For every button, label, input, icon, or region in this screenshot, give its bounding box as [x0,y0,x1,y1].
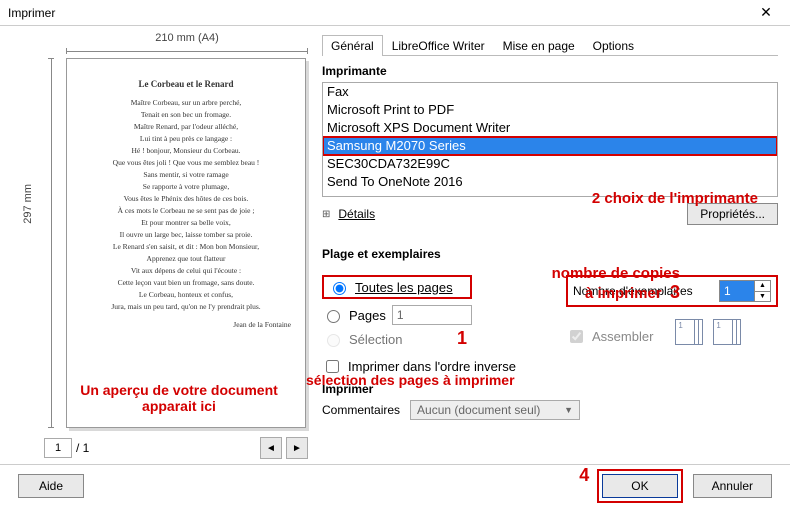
close-icon[interactable]: ✕ [746,0,786,24]
poem-line: Sans mentir, si votre ramage [81,169,291,181]
pager: / 1 ◄ ► [44,436,308,460]
next-page-button[interactable]: ► [286,437,308,459]
annotation-copies: nombre de copies à imprimer 3 [552,266,680,302]
copies-input[interactable] [720,281,754,301]
pages-field[interactable] [392,305,472,325]
radio-selection-label: Sélection [349,332,402,347]
cancel-button[interactable]: Annuler [693,474,772,498]
collate-checkbox [570,330,583,343]
poem-line: Hé ! bonjour, Monsieur du Corbeau. [81,145,291,157]
poem-line: Cette leçon vaut bien un fromage, sans d… [81,277,291,289]
printer-item[interactable]: SEC30CDA732E99C [323,155,777,173]
section-range: Plage et exemplaires [322,247,778,261]
poem-line: Tenait en son bec un fromage. [81,109,291,121]
comments-label: Commentaires [322,403,400,417]
ruler-left [48,58,54,428]
radio-all-pages-input[interactable] [333,282,346,295]
chevron-down-icon: ▼ [564,405,573,415]
radio-pages-label: Pages [349,308,386,323]
poem-line: Apprenez que tout flatteur [81,253,291,265]
printer-item[interactable]: Microsoft XPS Document Writer [323,119,777,137]
poem-line: Il ouvre un large bec, laisse tomber sa … [81,229,291,241]
poem-line: Le Renard s'en saisit, et dit : Mon bon … [81,241,291,253]
comments-dropdown[interactable]: Aucun (document seul) ▼ [410,400,580,420]
spinner-down-icon[interactable]: ▼ [755,292,770,302]
poem-line: À ces mots le Corbeau ne se sent pas de … [81,205,291,217]
ruler-top [66,48,308,54]
poem-line: Se rapporte à votre plumage, [81,181,291,193]
window-title: Imprimer [8,6,55,20]
poem-signature: Jean de la Fontaine [81,319,291,331]
annotation-range-sel: sélection des pages à imprimer [306,372,515,388]
radio-pages-input[interactable] [327,310,340,323]
annotation-printer-choice: 2 choix de l'imprimante [592,190,758,207]
radio-all-pages[interactable]: Toutes les pages [322,275,472,299]
printer-item-selected[interactable]: Samsung M2070 Series [323,137,777,155]
collate-icon: 321 321 [675,319,747,353]
poem-title: Le Corbeau et le Renard [81,77,291,91]
poem-line: Que vous êtes joli ! Que vous me semblez… [81,157,291,169]
poem-line: Maître Renard, par l'odeur alléché, [81,121,291,133]
poem-line: Lui tint à peu près ce langage : [81,133,291,145]
copies-spinner[interactable]: ▲▼ [719,280,771,302]
spinner-up-icon[interactable]: ▲ [755,281,770,292]
poem-line: Vit aux dépens de celui qui l'écoute : [81,265,291,277]
tab-writer[interactable]: LibreOffice Writer [383,35,494,56]
poem-line: Le Corbeau, honteux et confus, [81,289,291,301]
details-link[interactable]: Détails [338,207,375,221]
help-button[interactable]: Aide [18,474,84,498]
radio-selection-input [327,334,340,347]
page-preview: Le Corbeau et le Renard Maître Corbeau, … [66,58,306,428]
tab-layout[interactable]: Mise en page [494,35,584,56]
ruler-label-width: 210 mm (A4) [66,32,308,44]
annotation-range-num: 1 [457,328,467,349]
dialog-footer: Aide 4 OK Annuler [0,464,790,507]
printer-item[interactable]: Microsoft Print to PDF [323,101,777,119]
ok-button[interactable]: OK [602,474,677,498]
section-printer: Imprimante [322,64,778,78]
page-current-input[interactable] [44,438,72,458]
expand-icon[interactable]: ⊞ [322,209,330,220]
printer-list[interactable]: Fax Microsoft Print to PDF Microsoft XPS… [322,82,778,197]
collate-label: Assembler [592,329,653,344]
poem-line: Vous êtes le Phénix des hôtes de ces boi… [81,193,291,205]
poem-line: Et pour montrer sa belle voix, [81,217,291,229]
title-bar: Imprimer ✕ [0,0,790,26]
printer-item[interactable]: Fax [323,83,777,101]
annotation-preview: Un aperçu de votre document apparait ici [50,382,308,414]
poem-line: Jura, mais un peu tard, qu'on ne l'y pre… [81,301,291,313]
ruler-label-height: 297 mm [22,184,34,224]
tab-general[interactable]: Général [322,35,383,56]
tab-options[interactable]: Options [584,35,643,56]
page-total: / 1 [76,441,89,455]
printer-item[interactable]: Send To OneNote 2016 [323,173,777,191]
tab-bar: Général LibreOffice Writer Mise en page … [322,34,778,56]
preview-pane: 210 mm (A4) 297 mm Le Corbeau et le Rena… [20,34,308,460]
prev-page-button[interactable]: ◄ [260,437,282,459]
annotation-ok-num: 4 [579,465,589,486]
poem-line: Maître Corbeau, sur un arbre perché, [81,97,291,109]
